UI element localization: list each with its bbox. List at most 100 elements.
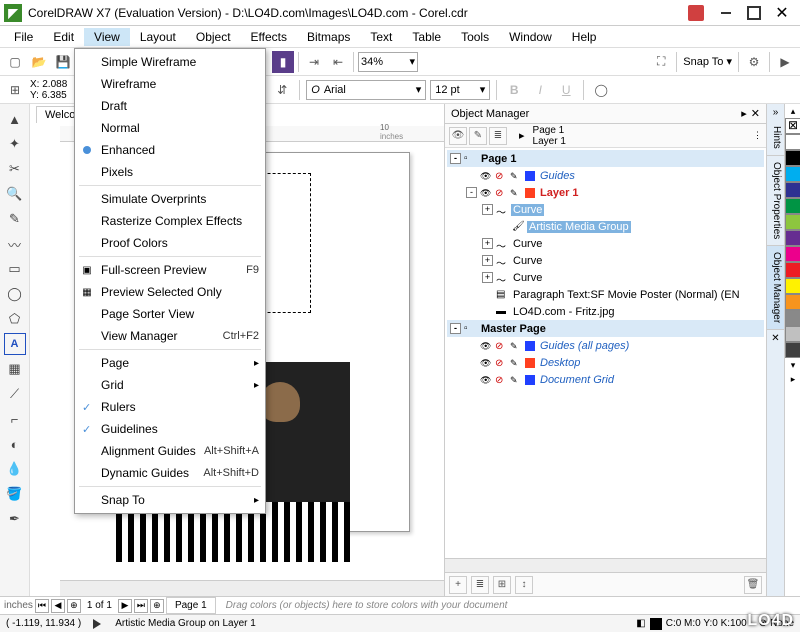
edit-icon[interactable] — [510, 340, 522, 352]
layer-color-swatch[interactable] — [525, 341, 535, 351]
tree-obj[interactable]: +〜Curve — [447, 252, 764, 269]
italic-button[interactable]: I — [529, 79, 551, 101]
outline-tool[interactable]: ✒ — [4, 508, 26, 530]
new-master-all-button[interactable]: ⊞ — [493, 576, 511, 594]
expander-icon[interactable]: - — [450, 323, 461, 334]
tree-label[interactable]: Guides — [538, 170, 577, 182]
text-tool[interactable]: A — [4, 333, 26, 355]
tree-label[interactable]: Artistic Media Group — [527, 221, 631, 233]
menu-item-rulers[interactable]: Rulers — [75, 396, 265, 418]
menu-item-pixels[interactable]: Pixels — [75, 161, 265, 183]
font-combo[interactable]: O Arial ▾ — [306, 80, 426, 100]
eye-icon[interactable] — [480, 170, 492, 182]
layer-mgr-button[interactable]: ≣ — [489, 127, 507, 145]
snap-to-dropdown[interactable]: Snap To ▾ — [681, 55, 734, 68]
menu-item-proof-colors[interactable]: Proof Colors — [75, 232, 265, 254]
layer-color-swatch[interactable] — [525, 375, 535, 385]
menu-item-dynamic-guides[interactable]: Dynamic GuidesAlt+Shift+D — [75, 462, 265, 484]
menu-item-enhanced[interactable]: Enhanced — [75, 139, 265, 161]
tree-layer[interactable]: -Layer 1 — [447, 184, 764, 201]
table-tool[interactable]: ▦ — [4, 358, 26, 380]
tree-layer[interactable]: Guides — [447, 167, 764, 184]
palette-more-icon[interactable]: ▸ — [785, 372, 800, 386]
fill-swatch[interactable] — [650, 618, 662, 630]
underline-button[interactable]: U — [555, 79, 577, 101]
menu-item-view-manager[interactable]: View ManagerCtrl+F2 — [75, 325, 265, 347]
color-swatch[interactable] — [785, 182, 800, 198]
add-page-after-button[interactable]: ⊕ — [150, 599, 164, 613]
print-icon[interactable] — [495, 187, 507, 199]
new-layer-button[interactable]: + — [449, 576, 467, 594]
menu-table[interactable]: Table — [402, 28, 451, 46]
menu-tools[interactable]: Tools — [451, 28, 499, 46]
menu-item-simple-wireframe[interactable]: Simple Wireframe — [75, 51, 265, 73]
color-swatch[interactable] — [785, 150, 800, 166]
bold-button[interactable]: B — [503, 79, 525, 101]
menu-edit[interactable]: Edit — [43, 28, 84, 46]
color-swatch[interactable] — [785, 310, 800, 326]
last-page-button[interactable]: ⏭ — [134, 599, 148, 613]
docker-options-icon[interactable]: ⋮ — [753, 130, 762, 141]
minimize-button[interactable] — [712, 3, 740, 23]
color-swatch[interactable] — [785, 214, 800, 230]
zoom-combo[interactable]: 34%▾ — [358, 52, 418, 72]
menu-item-normal[interactable]: Normal — [75, 117, 265, 139]
docker-tab-hints[interactable]: Hints — [767, 120, 784, 156]
color-swatch[interactable] — [785, 198, 800, 214]
launch-button[interactable]: ▶ — [774, 51, 796, 73]
tree-label[interactable]: Curve — [511, 204, 544, 216]
show-props-button[interactable]: 👁 — [449, 127, 467, 145]
eyedropper-tool[interactable]: 💧 — [4, 458, 26, 480]
menu-item-preview-selected-only[interactable]: ▦Preview Selected Only — [75, 281, 265, 303]
next-page-button[interactable]: ▶ — [118, 599, 132, 613]
color-swatch[interactable] — [785, 262, 800, 278]
menu-view[interactable]: View — [84, 28, 130, 46]
tree-label[interactable]: Curve — [511, 272, 544, 284]
tree-obj[interactable]: +〜Curve — [447, 201, 764, 218]
menu-window[interactable]: Window — [499, 28, 562, 46]
add-page-before-button[interactable]: ⊕ — [67, 599, 81, 613]
menu-item-alignment-guides[interactable]: Alignment GuidesAlt+Shift+A — [75, 440, 265, 462]
tree-header[interactable]: -▫Page 1 — [447, 150, 764, 167]
menu-item-draft[interactable]: Draft — [75, 95, 265, 117]
docker-menu-icon[interactable]: ▸ — [741, 107, 747, 120]
color-swatch[interactable] — [785, 246, 800, 262]
tree-obj[interactable]: 🖌Artistic Media Group — [447, 218, 764, 235]
options-button[interactable]: ⚙ — [743, 51, 765, 73]
menu-bitmaps[interactable]: Bitmaps — [297, 28, 360, 46]
layer-color-swatch[interactable] — [525, 188, 535, 198]
rectangle-tool[interactable]: ▭ — [4, 258, 26, 280]
menu-item-rasterize-complex-effects[interactable]: Rasterize Complex Effects — [75, 210, 265, 232]
object-tree[interactable]: -▫Page 1Guides-Layer 1+〜Curve🖌Artistic M… — [445, 148, 766, 558]
edit-icon[interactable] — [510, 374, 522, 386]
export-button[interactable]: ⇤ — [327, 51, 349, 73]
expander-icon[interactable]: + — [482, 204, 493, 215]
ellipse-tool[interactable]: ◯ — [4, 283, 26, 305]
expander-icon[interactable]: - — [450, 153, 461, 164]
menu-item-wireframe[interactable]: Wireframe — [75, 73, 265, 95]
connect-button[interactable]: ▮ — [272, 51, 294, 73]
delete-button[interactable]: 🗑 — [744, 576, 762, 594]
page-tab[interactable]: Page 1 — [166, 597, 216, 614]
play-icon[interactable] — [93, 619, 103, 629]
new-master-layer-button[interactable]: ≣ — [471, 576, 489, 594]
edit-icon[interactable] — [510, 170, 522, 182]
menu-item-grid[interactable]: Grid — [75, 374, 265, 396]
first-page-button[interactable]: ⏮ — [35, 599, 49, 613]
shape-tool[interactable]: ✦ — [4, 133, 26, 155]
eye-icon[interactable] — [480, 374, 492, 386]
menu-text[interactable]: Text — [360, 28, 402, 46]
menu-object[interactable]: Object — [186, 28, 241, 46]
color-swatch[interactable] — [785, 230, 800, 246]
pick-tool[interactable]: ▲ — [4, 108, 26, 130]
tree-obj[interactable]: ▤Paragraph Text:SF Movie Poster (Normal)… — [447, 286, 764, 303]
tree-label[interactable]: Page 1 — [479, 153, 518, 165]
zoom-tool[interactable]: 🔍 — [4, 183, 26, 205]
docker-tab-close-icon[interactable]: ✕ — [767, 330, 784, 346]
color-swatch[interactable] — [785, 326, 800, 342]
color-swatch[interactable] — [785, 342, 800, 358]
tree-label[interactable]: Paragraph Text:SF Movie Poster (Normal) … — [511, 289, 742, 301]
tree-obj[interactable]: +〜Curve — [447, 269, 764, 286]
tree-label[interactable]: Master Page — [479, 323, 548, 335]
tree-label[interactable]: LO4D.com - Fritz.jpg — [511, 306, 616, 318]
